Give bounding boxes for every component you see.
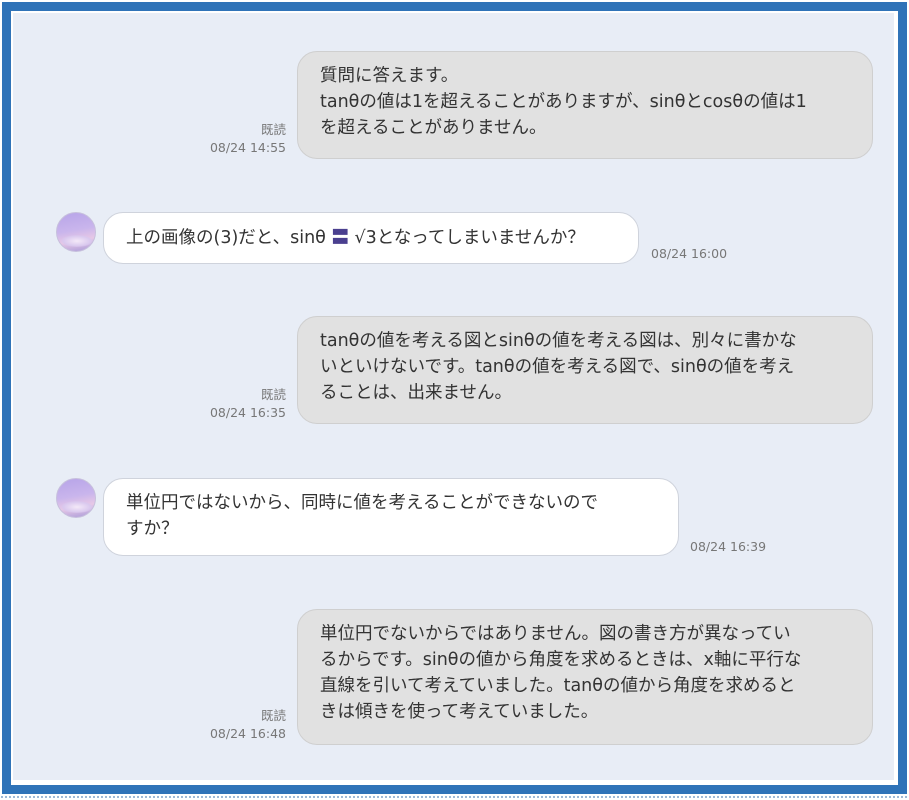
message-bubble-sent[interactable]: tanθの値を考える図とsinθの値を考える図は、別々に書かな いといけないです… xyxy=(297,316,873,424)
bottom-dotted-border xyxy=(0,795,909,800)
message-line: いといけないです。tanθの値を考える図で、sinθの値を考え xyxy=(320,357,795,377)
message-text: √3となってしまいませんか？ xyxy=(348,228,585,248)
message-line: 質問に答えます。 xyxy=(320,66,459,86)
message-time: 08/24 16:00 xyxy=(651,246,728,261)
message-meta: 既読 08/24 14:55 xyxy=(193,121,286,157)
message-bubble-sent[interactable]: 質問に答えます。 tanθの値は1を超えることがありますが、sinθとcosθの… xyxy=(297,51,873,159)
message-time: 08/24 16:35 xyxy=(209,405,286,420)
message-line: を超えることがありません。 xyxy=(320,118,547,138)
message-time: 08/24 16:39 xyxy=(690,539,767,554)
message-line: きは傾きを使って考えていました。 xyxy=(320,702,599,722)
message-line: 単位円でないからではありません。図の書き方が異なってい xyxy=(320,624,791,644)
message-time: 08/24 16:48 xyxy=(209,726,286,741)
message-meta: 08/24 16:00 xyxy=(651,245,751,263)
message-bubble-sent[interactable]: 単位円でないからではありません。図の書き方が異なってい るからです。sinθの値… xyxy=(297,609,873,745)
avatar[interactable] xyxy=(56,212,96,252)
message-time: 08/24 14:55 xyxy=(209,140,286,155)
message-text: 上の画像の(3)だと、sinθ xyxy=(126,228,332,248)
message-line: ることは、出来ません。 xyxy=(320,383,512,403)
read-receipt: 既読 xyxy=(260,122,286,137)
message-line: すか？ xyxy=(126,519,179,539)
read-receipt: 既読 xyxy=(260,708,286,723)
message-line: tanθの値を考える図とsinθの値を考える図は、別々に書かな xyxy=(320,331,797,351)
avatar[interactable] xyxy=(56,478,96,518)
message-line: 直線を引いて考えていました。tanθの値から角度を求めると xyxy=(320,676,796,696)
equal-symbol: 〓 xyxy=(331,228,349,248)
message-line: 単位円ではないから、同時に値を考えることができないので xyxy=(126,493,598,513)
message-line: るからです。sinθの値から角度を求めるときは、x軸に平行な xyxy=(320,650,802,670)
message-line: tanθの値は1を超えることがありますが、sinθとcosθの値は1 xyxy=(320,92,807,112)
read-receipt: 既読 xyxy=(260,387,286,402)
message-meta: 既読 08/24 16:35 xyxy=(193,386,286,422)
chat-area[interactable]: 既読 08/24 14:55 質問に答えます。 tanθの値は1を超えることがあ… xyxy=(13,13,894,780)
message-meta: 既読 08/24 16:48 xyxy=(193,707,286,743)
message-meta: 08/24 16:39 xyxy=(690,538,790,556)
message-bubble-received[interactable]: 単位円ではないから、同時に値を考えることができないので すか？ xyxy=(103,478,679,556)
message-bubble-received[interactable]: 上の画像の(3)だと、sinθ 〓 √3となってしまいませんか？ xyxy=(103,212,639,264)
